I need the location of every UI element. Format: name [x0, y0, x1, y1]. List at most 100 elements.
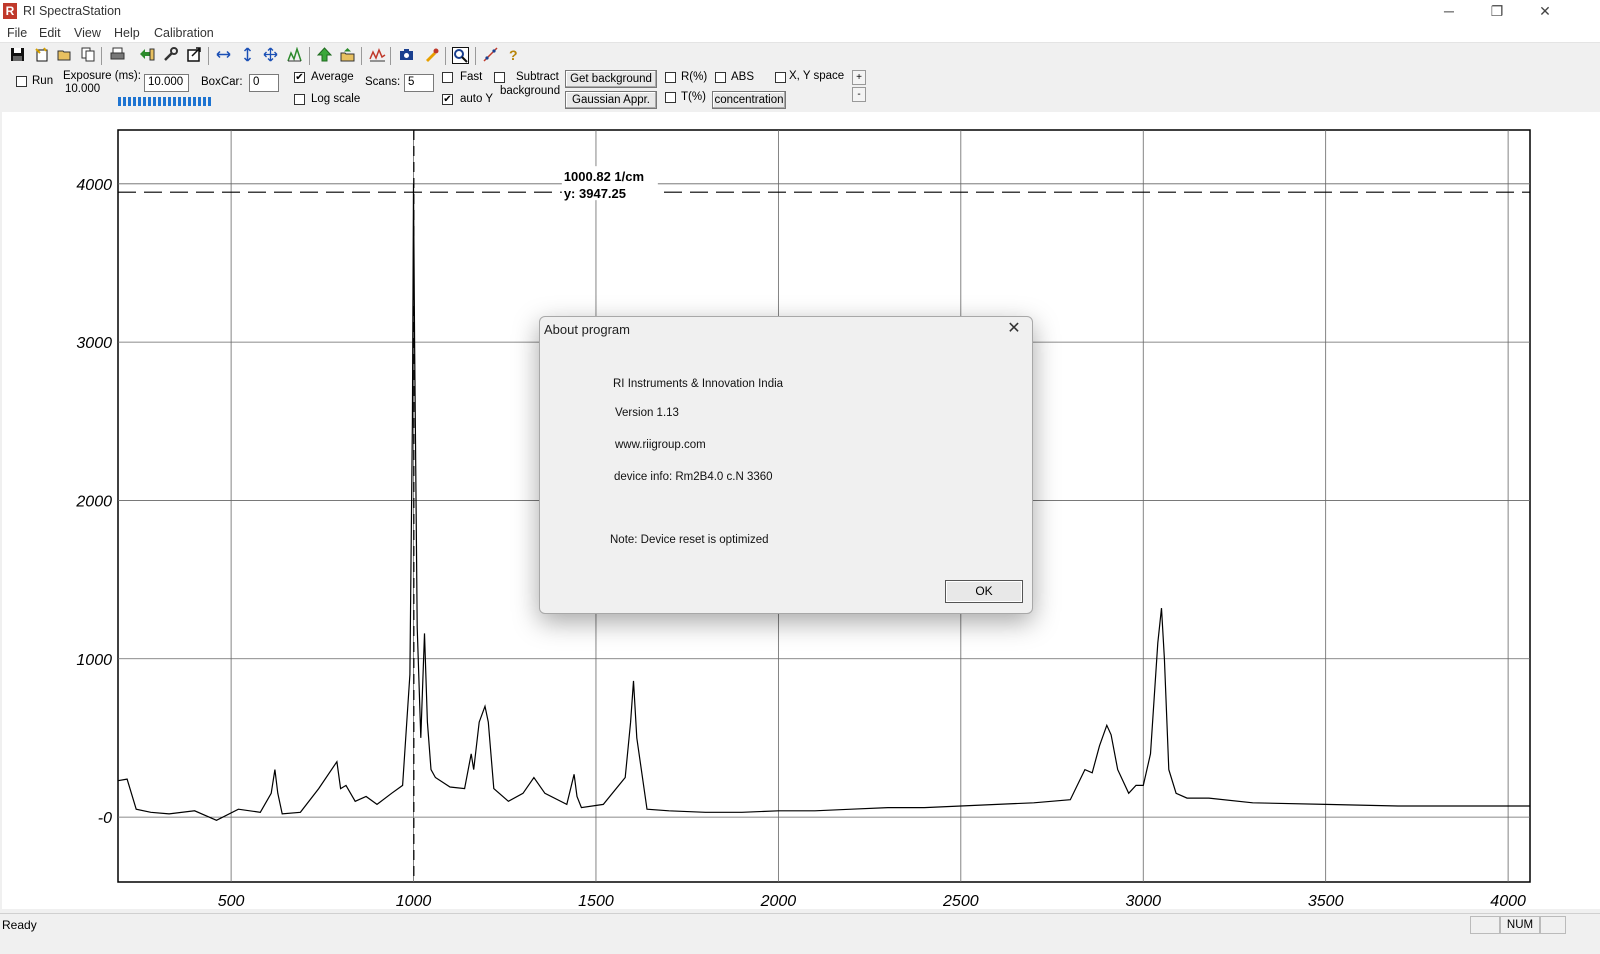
toolbar-separator: [309, 47, 310, 65]
y-tick-label: 2000: [75, 493, 112, 510]
y-tick-label: 4000: [76, 177, 112, 194]
company-name: RI Instruments & Innovation India: [613, 378, 784, 390]
x-tick-label: 2000: [760, 893, 797, 909]
scale-vertical-icon[interactable]: [239, 47, 256, 64]
version-text: Version 1.13: [615, 407, 679, 419]
svg-text:?: ?: [509, 47, 518, 62]
abs-label: ABS: [731, 71, 755, 83]
import-icon[interactable]: [138, 47, 155, 64]
abs-checkbox[interactable]: [715, 72, 726, 83]
r-percent-label: R(%): [681, 71, 708, 83]
exposure-current-value: 10.000: [65, 83, 101, 95]
xy-space-checkbox[interactable]: [775, 72, 786, 83]
camera-icon[interactable]: [398, 47, 415, 64]
run-checkbox[interactable]: [16, 76, 27, 87]
arrow-up-icon[interactable]: [316, 47, 333, 64]
export-icon[interactable]: [186, 47, 203, 64]
num-lock-indicator: NUM: [1500, 916, 1540, 934]
boxcar-input[interactable]: 0: [249, 74, 279, 92]
xy-space-label: X, Y space: [789, 70, 845, 82]
y-tick-label: 1000: [76, 652, 112, 669]
spectrum-icon[interactable]: [369, 47, 386, 64]
acquisition-progress-bar: [118, 97, 213, 107]
zoom-minus-button[interactable]: -: [852, 87, 866, 102]
fast-checkbox[interactable]: [442, 72, 453, 83]
title-bar: R RI SpectraStation ─ ❐ ✕: [0, 0, 1600, 23]
new-icon[interactable]: [33, 47, 50, 64]
scans-label: Scans:: [365, 76, 401, 88]
minimize-button[interactable]: ─: [1426, 0, 1472, 23]
print-icon[interactable]: [109, 47, 126, 64]
toolbar-separator: [101, 47, 102, 65]
log-scale-label: Log scale: [311, 93, 361, 105]
close-window-button[interactable]: ✕: [1522, 0, 1568, 23]
save-icon[interactable]: [9, 47, 26, 64]
background-label: background: [500, 85, 561, 97]
menu-file[interactable]: File: [7, 26, 27, 40]
toolbar-separator: [390, 47, 391, 65]
x-tick-label: 500: [218, 893, 245, 909]
window-title: RI SpectraStation: [23, 4, 121, 18]
exposure-input[interactable]: 10.000: [144, 74, 189, 92]
y-tick-label: -0: [98, 810, 112, 827]
toolbar-separator: [208, 47, 209, 65]
scans-input[interactable]: 5: [404, 74, 434, 92]
log-scale-checkbox[interactable]: [294, 94, 305, 105]
about-dialog: About program ✕ RI Instruments & Innovat…: [539, 316, 1033, 614]
x-tick-label: 2500: [942, 893, 979, 909]
peaks-icon[interactable]: [286, 46, 303, 64]
r-percent-checkbox[interactable]: [665, 72, 676, 83]
line-tool-icon[interactable]: [482, 47, 499, 64]
subtract-background-checkbox[interactable]: [494, 72, 505, 83]
exposure-label: Exposure (ms):: [63, 70, 141, 82]
help-icon[interactable]: ?: [505, 47, 522, 64]
open-icon[interactable]: [56, 47, 73, 64]
status-pane-empty: [1540, 916, 1566, 934]
t-percent-label: T(%): [681, 91, 706, 103]
toolbar-separator: [445, 47, 446, 65]
x-tick-label: 3000: [1125, 893, 1161, 909]
restore-button[interactable]: ❐: [1474, 0, 1520, 23]
status-pane-empty: [1470, 916, 1500, 934]
copy-icon[interactable]: [80, 47, 97, 64]
get-background-button[interactable]: Get background: [565, 70, 657, 88]
ok-button[interactable]: OK: [945, 580, 1023, 603]
y-tick-label: 3000: [76, 335, 112, 352]
x-tick-label: 1000: [396, 893, 432, 909]
app-logo-icon: R: [3, 3, 17, 19]
menu-help[interactable]: Help: [114, 26, 140, 40]
website-text: www.riigroup.com: [615, 439, 706, 451]
status-text: Ready: [2, 918, 37, 932]
status-bar: Ready NUM: [0, 913, 1600, 935]
settings-wrench-icon[interactable]: [162, 47, 179, 64]
x-tick-label: 4000: [1490, 893, 1526, 909]
zoom-plus-button[interactable]: +: [852, 70, 866, 85]
x-tick-label: 1500: [578, 893, 614, 909]
zoom-icon[interactable]: [452, 47, 469, 64]
concentration-button[interactable]: concentration: [712, 91, 786, 109]
scale-both-icon[interactable]: [262, 47, 279, 64]
average-checkbox[interactable]: ✔: [294, 72, 305, 83]
x-tick-label: 3500: [1308, 893, 1344, 909]
menu-edit[interactable]: Edit: [39, 26, 61, 40]
auto-y-checkbox[interactable]: ✔: [442, 94, 453, 105]
menu-calibration[interactable]: Calibration: [154, 26, 214, 40]
cursor-x-readout: 1000.82 1/cm: [564, 169, 644, 184]
toolbar-separator: [475, 47, 476, 65]
folder-up-icon[interactable]: [339, 47, 356, 64]
fast-label: Fast: [460, 71, 483, 83]
boxcar-label: BoxCar:: [201, 76, 243, 88]
menu-view[interactable]: View: [74, 26, 101, 40]
scale-horizontal-icon[interactable]: [215, 47, 232, 64]
toolbar-separator: [361, 47, 362, 65]
subtract-label: Subtract: [516, 71, 559, 83]
marker-icon[interactable]: [423, 47, 440, 64]
run-label: Run: [32, 75, 54, 87]
auto-y-label: auto Y: [460, 93, 494, 105]
t-percent-checkbox[interactable]: [665, 92, 676, 103]
menu-bar: File Edit View Help Calibration: [0, 23, 1600, 43]
dialog-title: About program: [544, 322, 630, 337]
gaussian-approximation-button[interactable]: Gaussian Appr.: [565, 91, 657, 109]
note-text: Note: Device reset is optimized: [610, 534, 769, 546]
dialog-close-icon[interactable]: ✕: [1004, 319, 1024, 339]
